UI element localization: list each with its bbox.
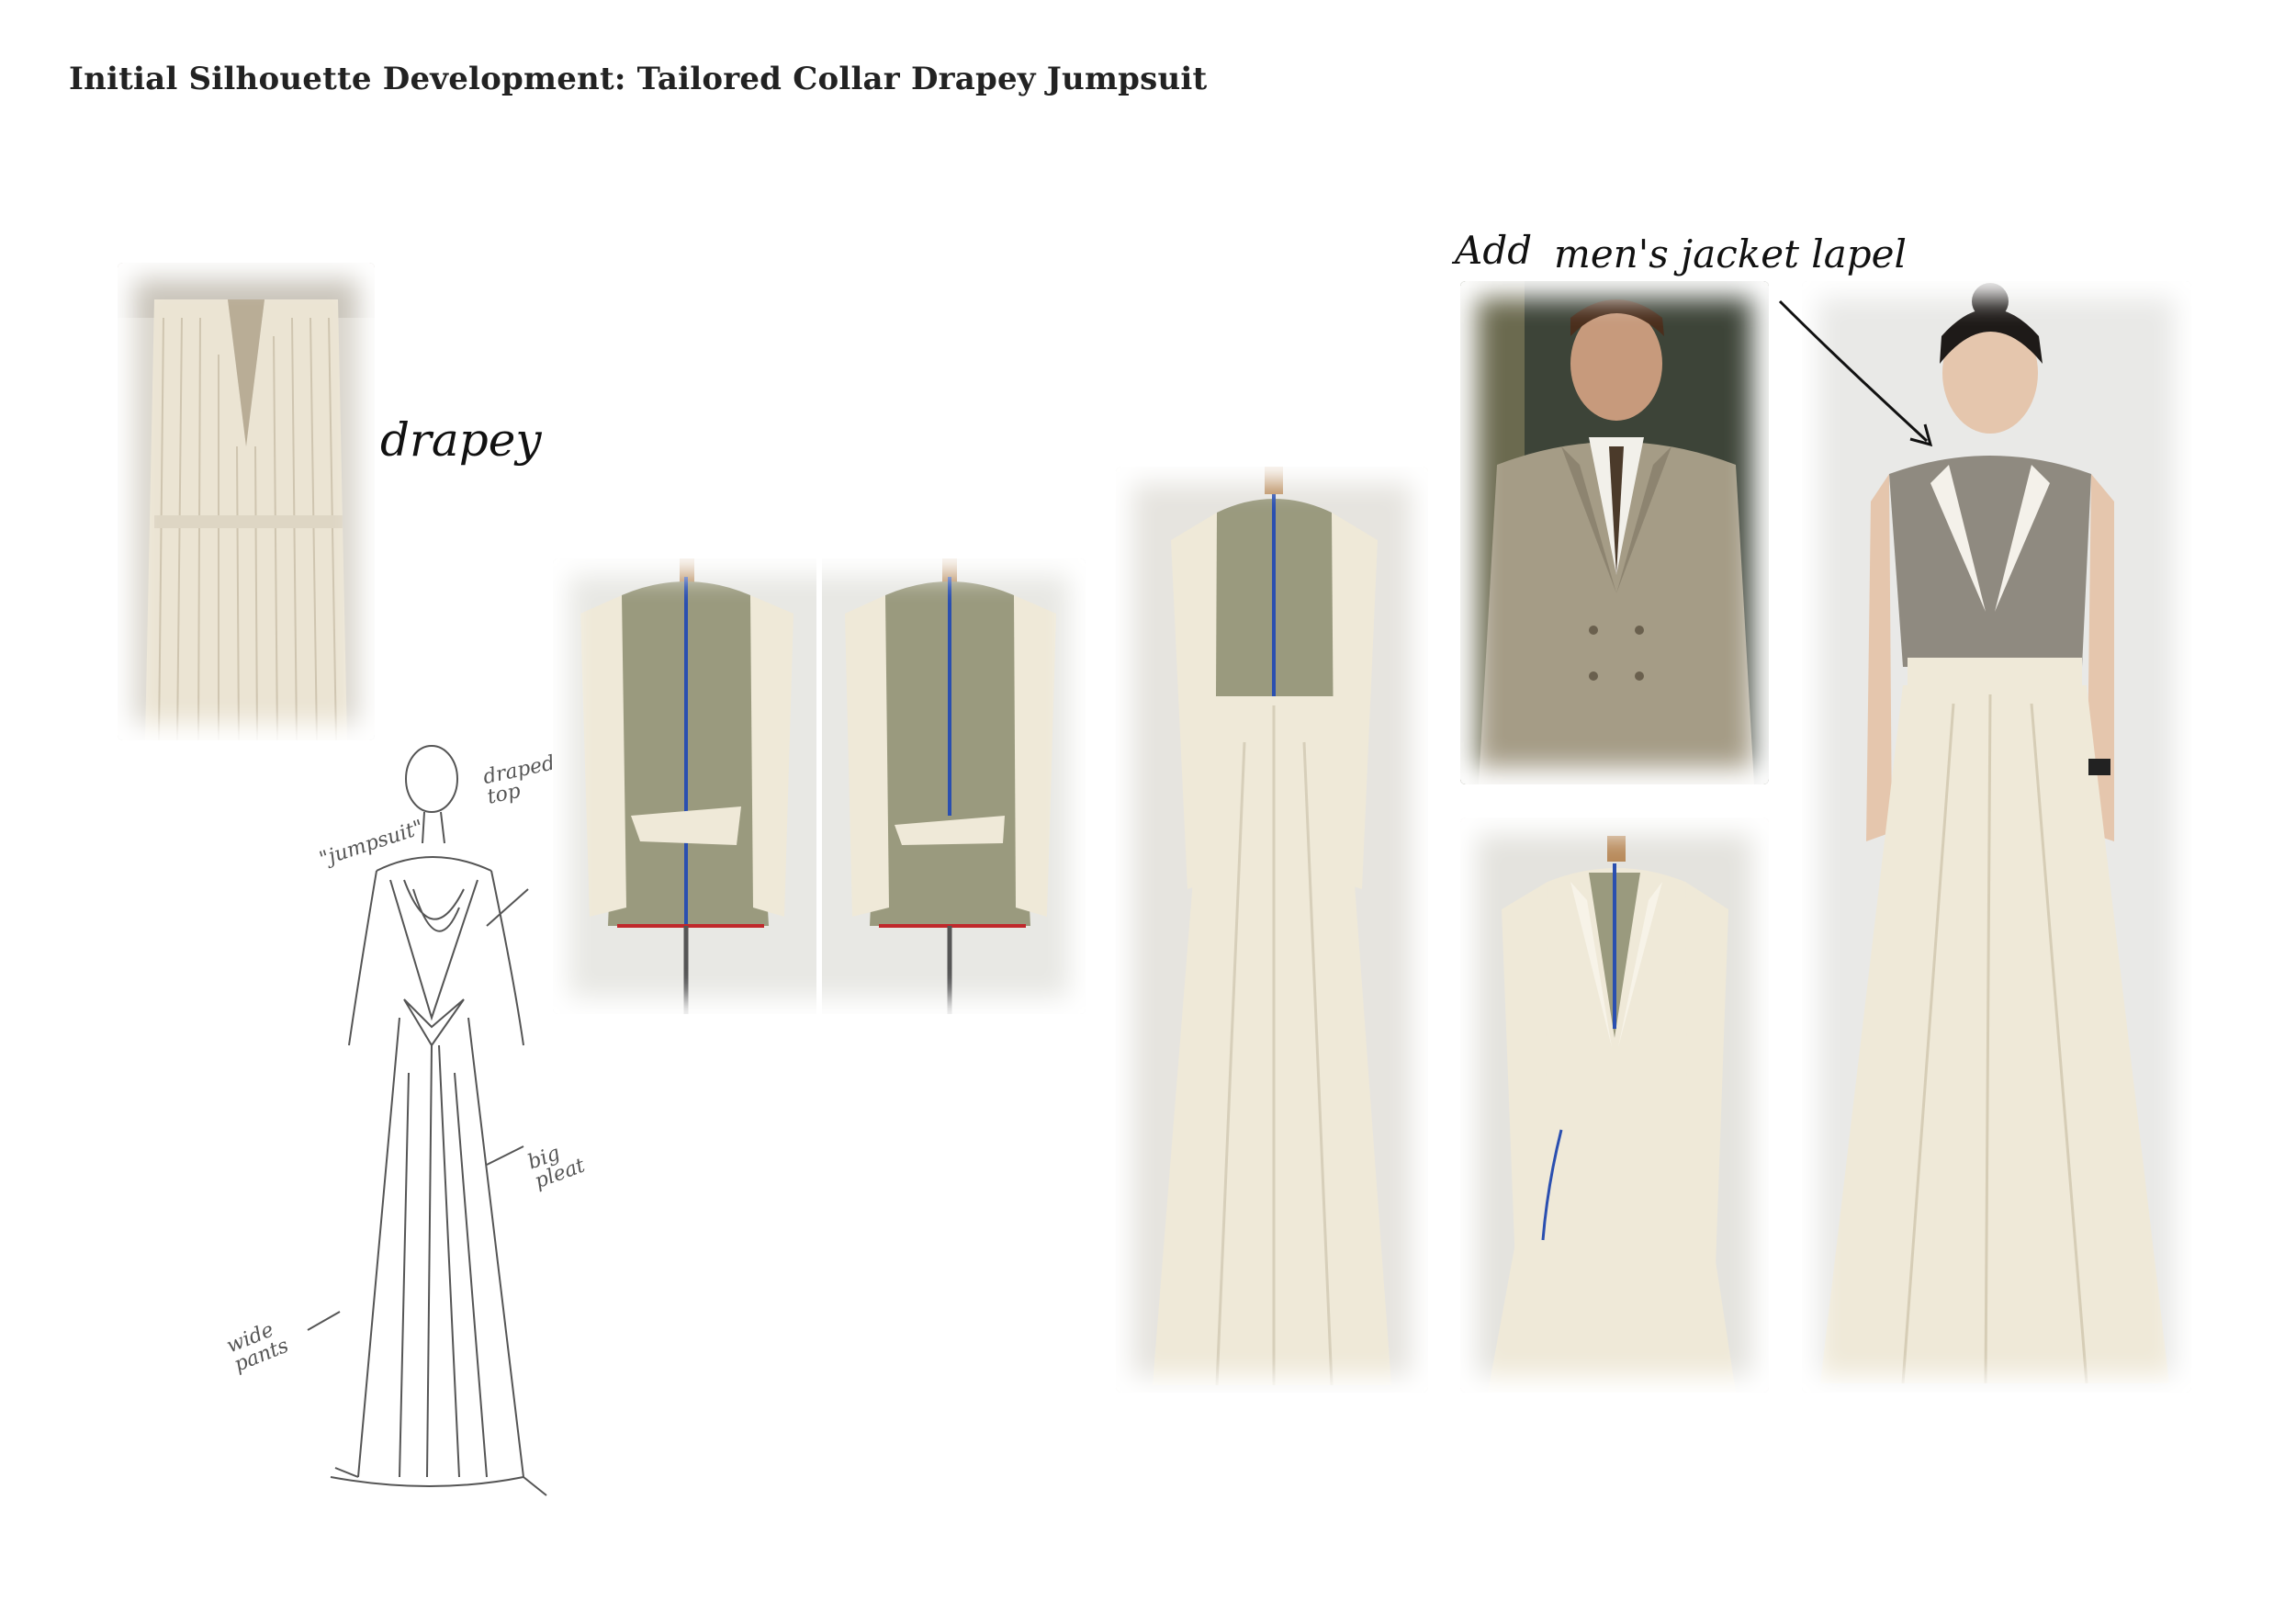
jumpsuit-sketch [307,745,547,1496]
drapey-dress-photo [118,263,375,740]
mens-suit-reference-photo [1460,281,1769,784]
page-title: Initial Silhouette Development: Tailored… [69,61,1208,97]
drapey-annotation: drapey [380,413,542,467]
muslin-pants-form-photo [1116,467,1428,1393]
add-annotation: Add [1455,228,1533,273]
arrow-to-lapel-icon [1778,299,1933,447]
dress-form-front-back-photo [553,558,1086,1014]
mens-jacket-lapel-annotation: men's jacket lapel [1554,231,1907,276]
muslin-lapel-jumpsuit-form-photo [1460,818,1769,1393]
